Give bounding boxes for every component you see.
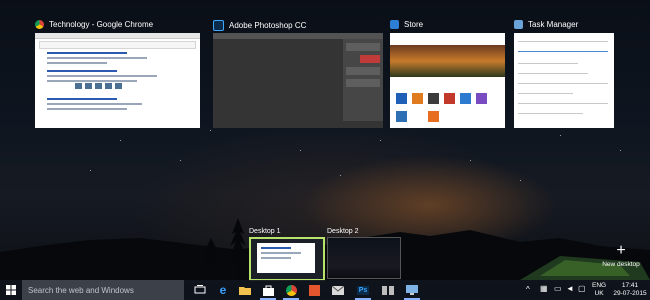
plus-icon: + bbox=[616, 242, 626, 259]
chrome-icon bbox=[35, 20, 44, 29]
window-preview bbox=[390, 33, 505, 128]
clock[interactable]: 17:41 29-07-2015 bbox=[610, 282, 650, 298]
window-preview bbox=[35, 33, 200, 128]
window-title: Store bbox=[404, 20, 424, 29]
chevron-up-icon[interactable]: ^ bbox=[526, 285, 530, 294]
clock-date: 29-07-2015 bbox=[613, 290, 647, 297]
window-title-bar: Task Manager bbox=[514, 20, 578, 29]
window-thumbnail-photoshop[interactable]: Adobe Photoshop CC bbox=[213, 20, 383, 128]
store-icon bbox=[390, 20, 399, 29]
window-thumbnail-store[interactable]: Store bbox=[390, 20, 505, 128]
search-box[interactable]: Search the web and Windows bbox=[22, 280, 184, 300]
store-taskbar-icon[interactable] bbox=[260, 282, 276, 300]
windows-icon bbox=[6, 285, 16, 295]
taskbar: Search the web and Windows e Ps ^ ▦ ▭ ◄ … bbox=[0, 280, 650, 300]
system-tray: ^ ▦ ▭ ◄ ▢ ENG UK 17:41 29-07-2015 bbox=[520, 280, 650, 300]
window-preview bbox=[514, 33, 614, 128]
window-title: Technology - Google Chrome bbox=[49, 20, 154, 29]
window-title: Adobe Photoshop CC bbox=[229, 21, 307, 30]
window-title-bar: Adobe Photoshop CC bbox=[213, 20, 306, 31]
network-icon[interactable]: ▦ bbox=[540, 284, 548, 293]
task-manager-icon bbox=[514, 20, 523, 29]
edge-icon[interactable]: e bbox=[215, 282, 231, 298]
clock-time: 17:41 bbox=[621, 282, 639, 289]
new-desktop-button[interactable]: + New desktop bbox=[598, 242, 644, 269]
chrome-taskbar-icon[interactable] bbox=[283, 282, 299, 300]
mail-icon[interactable] bbox=[330, 282, 346, 298]
mountain-silhouette bbox=[0, 218, 650, 280]
desktop-2-thumbnail[interactable] bbox=[327, 237, 401, 279]
window-preview bbox=[213, 33, 383, 128]
desktop-1-thumbnail[interactable] bbox=[249, 237, 325, 281]
search-placeholder: Search the web and Windows bbox=[28, 285, 134, 295]
new-desktop-label: New desktop bbox=[602, 261, 640, 268]
photoshop-icon bbox=[213, 20, 224, 31]
window-title: Task Manager bbox=[528, 20, 579, 29]
desktop-2-label: Desktop 2 bbox=[327, 228, 359, 235]
task-view-icon[interactable] bbox=[192, 282, 208, 298]
action-center-icon[interactable]: ▢ bbox=[578, 284, 586, 293]
battery-icon[interactable]: ▭ bbox=[554, 284, 562, 293]
window-thumbnail-task-manager[interactable]: Task Manager bbox=[514, 20, 614, 128]
desktop-1-label: Desktop 1 bbox=[249, 228, 281, 235]
window-thumbnail-chrome[interactable]: Technology - Google Chrome bbox=[35, 20, 200, 128]
start-button[interactable] bbox=[0, 280, 22, 300]
office-icon[interactable] bbox=[306, 282, 322, 298]
file-explorer-icon[interactable] bbox=[237, 282, 253, 298]
window-title-bar: Store bbox=[390, 20, 423, 29]
task-manager-taskbar-icon[interactable] bbox=[404, 282, 420, 300]
reader-icon[interactable] bbox=[380, 282, 396, 298]
volume-icon[interactable]: ◄ bbox=[566, 284, 574, 293]
window-title-bar: Technology - Google Chrome bbox=[35, 20, 153, 29]
photoshop-taskbar-icon[interactable]: Ps bbox=[355, 282, 371, 300]
input-language[interactable]: ENG UK bbox=[592, 282, 606, 298]
